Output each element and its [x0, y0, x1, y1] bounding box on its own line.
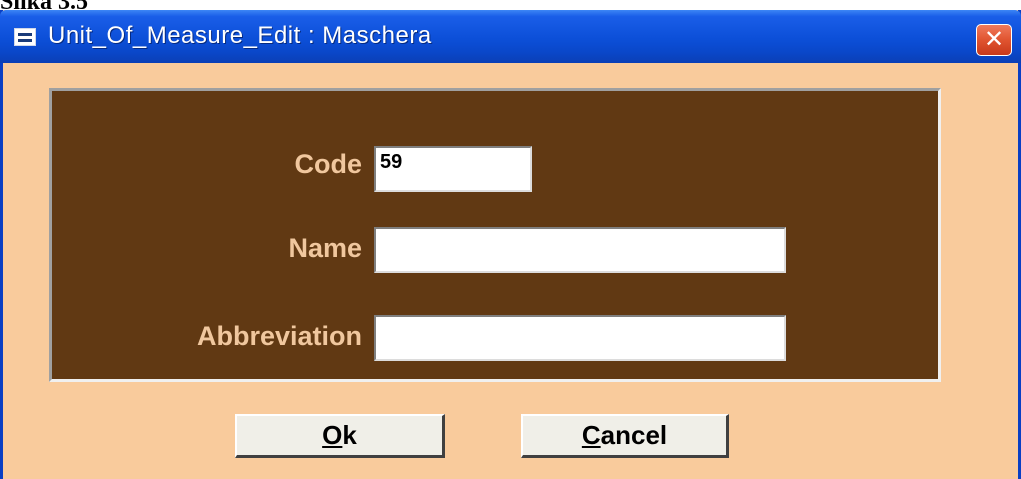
form-panel: Code 59 Name Abbreviation [49, 88, 941, 382]
ok-button[interactable]: Ok [235, 414, 445, 458]
form-icon[interactable] [14, 28, 36, 46]
title-bar[interactable]: Unit_Of_Measure_Edit : Maschera ✕ [0, 10, 1021, 63]
cancel-mnemonic: C [581, 420, 601, 450]
window-title: Unit_Of_Measure_Edit : Maschera [48, 22, 432, 49]
name-label: Name [288, 233, 362, 263]
abbreviation-label: Abbreviation [196, 321, 362, 351]
code-label: Code [294, 149, 363, 179]
abbreviation-field[interactable] [374, 315, 786, 361]
close-button[interactable]: ✕ [976, 24, 1012, 56]
cancel-button[interactable]: Cancel [521, 414, 729, 458]
dialog-window: Unit_Of_Measure_Edit : Maschera ✕ Code 5… [0, 10, 1021, 479]
code-field[interactable]: 59 [374, 146, 532, 192]
cancel-label: ancel [600, 420, 668, 450]
ok-mnemonic: O [322, 420, 343, 450]
name-field[interactable] [374, 227, 786, 273]
ok-label: k [342, 420, 357, 450]
